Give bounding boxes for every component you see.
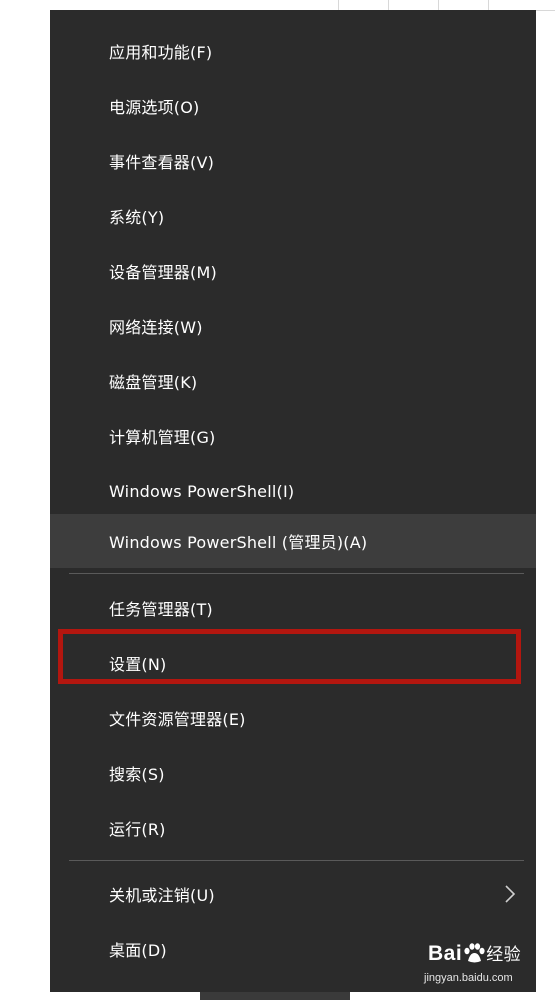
menu-item-label: 关机或注销(U) <box>109 886 215 905</box>
menu-item-label: 设置(N) <box>109 655 167 674</box>
watermark-brand-left: Bai <box>428 942 463 965</box>
winx-context-menu: 应用和功能(F) 电源选项(O) 事件查看器(V) 系统(Y) 设备管理器(M)… <box>50 10 536 992</box>
menu-item-device-manager[interactable]: 设备管理器(M) <box>50 245 536 297</box>
menu-item-label: 计算机管理(G) <box>109 428 216 447</box>
menu-item-disk-management[interactable]: 磁盘管理(K) <box>50 355 536 407</box>
menu-item-settings[interactable]: 设置(N) <box>50 637 536 689</box>
menu-item-label: 系统(Y) <box>109 208 165 227</box>
baidu-paw-icon <box>464 943 485 963</box>
menu-item-search[interactable]: 搜索(S) <box>50 747 536 799</box>
menu-item-file-explorer[interactable]: 文件资源管理器(E) <box>50 692 536 744</box>
grid-line <box>338 0 339 10</box>
menu-item-label: 任务管理器(T) <box>109 600 213 619</box>
menu-separator <box>69 860 524 861</box>
menu-item-powershell[interactable]: Windows PowerShell(I) <box>50 465 536 517</box>
menu-item-label: 应用和功能(F) <box>109 43 213 62</box>
watermark-url: jingyan.baidu.com <box>424 972 513 984</box>
taskbar-fragment <box>200 992 350 1000</box>
grid-line <box>488 0 489 10</box>
menu-item-apps-features[interactable]: 应用和功能(F) <box>50 25 536 77</box>
menu-item-label: 磁盘管理(K) <box>109 373 198 392</box>
menu-item-network-connections[interactable]: 网络连接(W) <box>50 300 536 352</box>
menu-item-label: Windows PowerShell(I) <box>109 481 295 501</box>
menu-item-run[interactable]: 运行(R) <box>50 802 536 854</box>
menu-item-label: 网络连接(W) <box>109 318 203 337</box>
watermark-brand-right: 经验 <box>486 945 522 964</box>
watermark-brand: Bai 经验 <box>428 940 521 966</box>
grid-line <box>388 0 389 10</box>
menu-item-label: 事件查看器(V) <box>109 153 215 172</box>
menu-item-label: Windows PowerShell (管理员)(A) <box>109 533 368 552</box>
menu-item-label: 桌面(D) <box>109 941 167 960</box>
chevron-right-icon <box>505 885 516 903</box>
menu-item-task-manager[interactable]: 任务管理器(T) <box>50 582 536 634</box>
menu-item-label: 设备管理器(M) <box>109 263 217 282</box>
menu-separator <box>69 573 524 574</box>
baidu-jingyan-watermark: Bai 经验 jingyan.baidu.com <box>422 938 552 994</box>
menu-item-label: 搜索(S) <box>109 765 165 784</box>
menu-item-powershell-admin[interactable]: Windows PowerShell (管理员)(A) <box>50 514 536 568</box>
menu-item-label: 文件资源管理器(E) <box>109 710 246 729</box>
menu-item-system[interactable]: 系统(Y) <box>50 190 536 242</box>
menu-item-shutdown-signout[interactable]: 关机或注销(U) <box>50 868 536 920</box>
menu-item-computer-management[interactable]: 计算机管理(G) <box>50 410 536 462</box>
grid-line <box>438 0 439 10</box>
menu-item-label: 运行(R) <box>109 820 166 839</box>
menu-item-power-options[interactable]: 电源选项(O) <box>50 80 536 132</box>
menu-item-label: 电源选项(O) <box>109 98 200 117</box>
menu-item-event-viewer[interactable]: 事件查看器(V) <box>50 135 536 187</box>
